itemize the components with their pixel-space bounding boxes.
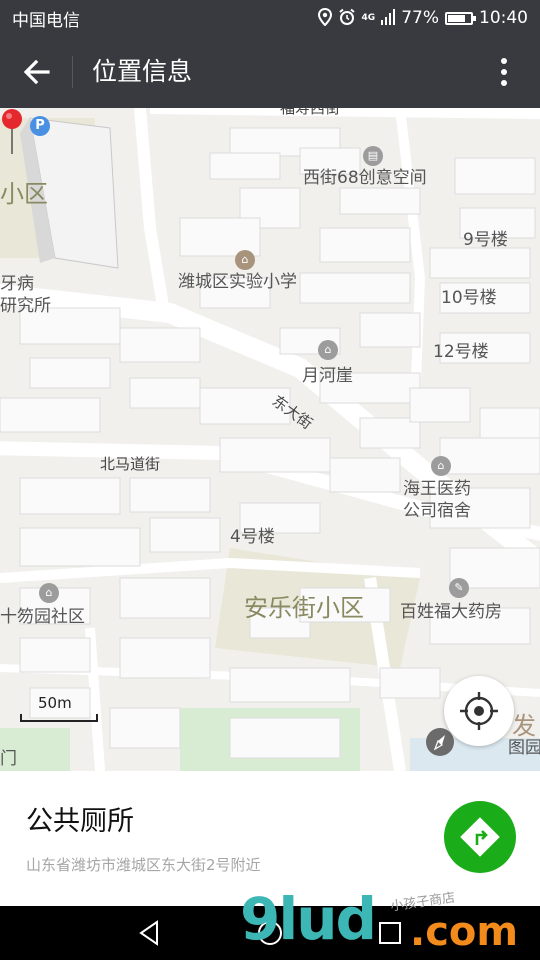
clock: 10:40	[479, 8, 528, 28]
pharmacy-poi-icon: ✎	[449, 578, 469, 598]
place-address: 山东省潍坊市潍城区东大街2号附近	[26, 856, 261, 874]
battery-icon	[445, 11, 476, 25]
place-name: 公共厕所	[26, 806, 134, 837]
nav-recent-button[interactable]	[375, 918, 405, 948]
map-label-road-north: 福寿西街	[280, 108, 341, 117]
map-label-haiwang: 海王医药	[403, 479, 471, 499]
crosshair-icon	[460, 692, 498, 730]
scale-bar	[20, 714, 98, 722]
location-pin-icon	[2, 109, 22, 154]
route-navigation-button[interactable]	[444, 801, 516, 873]
map-label-xijie68: 西街68创意空间	[303, 168, 427, 188]
scale-label: 50m	[38, 694, 72, 712]
place-info-card: 公共厕所 山东省潍坊市潍城区东大街2号附近	[0, 771, 540, 906]
app-bar: 位置信息	[0, 36, 540, 108]
navigate-icon	[460, 817, 500, 857]
map-label-institute: 研究所	[0, 296, 51, 316]
school-poi-icon: ⌂	[235, 250, 255, 270]
residence-poi-icon: ⌂	[318, 340, 338, 360]
battery-percent: 77%	[401, 8, 439, 28]
residence-poi-icon-2: ⌂	[431, 456, 451, 476]
map-label-building10: 10号楼	[441, 288, 497, 308]
map-label-haiwang-2: 公司宿舍	[403, 501, 471, 521]
status-icons: 4G 77% 10:40	[317, 7, 528, 29]
square-recent-icon	[379, 922, 401, 944]
my-location-button[interactable]	[444, 676, 514, 746]
alarm-icon	[338, 8, 356, 29]
community-poi-icon: ⌂	[39, 583, 59, 603]
back-button[interactable]	[18, 52, 58, 92]
app-bar-divider	[72, 56, 73, 88]
map-canvas	[0, 108, 540, 771]
back-arrow-icon	[23, 59, 50, 85]
nav-back-button[interactable]	[135, 918, 165, 948]
map-label-building9: 9号楼	[463, 230, 508, 250]
circle-home-icon	[258, 921, 282, 945]
map-label-anle: 安乐街小区	[244, 594, 364, 622]
network-type-icon: 4G	[361, 12, 376, 23]
building-poi-icon: ▤	[363, 146, 383, 166]
status-bar: 中国电信 4G 77% 10:40	[0, 0, 540, 36]
map-label-shiyuyuan: 十笏园社区	[0, 607, 85, 627]
map-view[interactable]: P ▤ ⌂ ⌂ ⌂ ⌂ ✎ 福寿西街 西街68创意空间 小区 9号楼 潍城区实验…	[0, 108, 540, 771]
map-label-building4: 4号楼	[230, 527, 275, 547]
map-label-beimadao: 北马道街	[100, 455, 161, 473]
map-label-yuehe: 月河崖	[302, 366, 353, 386]
triangle-back-icon	[139, 920, 158, 946]
map-label-school: 潍城区实验小学	[178, 272, 297, 292]
more-vertical-icon	[501, 58, 507, 86]
parking-icon: P	[30, 116, 50, 136]
map-label-fa: 发	[512, 712, 536, 740]
system-nav-bar	[0, 906, 540, 960]
map-label-building12: 12号楼	[433, 342, 489, 362]
map-label-xiaoqu: 小区	[0, 180, 48, 208]
more-options-button[interactable]	[486, 54, 522, 90]
map-label-bottom-left: 门	[0, 749, 17, 769]
location-icon	[317, 7, 332, 29]
signal-icon	[381, 8, 396, 28]
map-label-dental: 牙病	[0, 274, 34, 294]
page-title: 位置信息	[92, 57, 193, 86]
map-label-baixing: 百姓福大药房	[400, 602, 502, 622]
nav-home-button[interactable]	[255, 918, 285, 948]
carrier-label: 中国电信	[12, 10, 80, 31]
